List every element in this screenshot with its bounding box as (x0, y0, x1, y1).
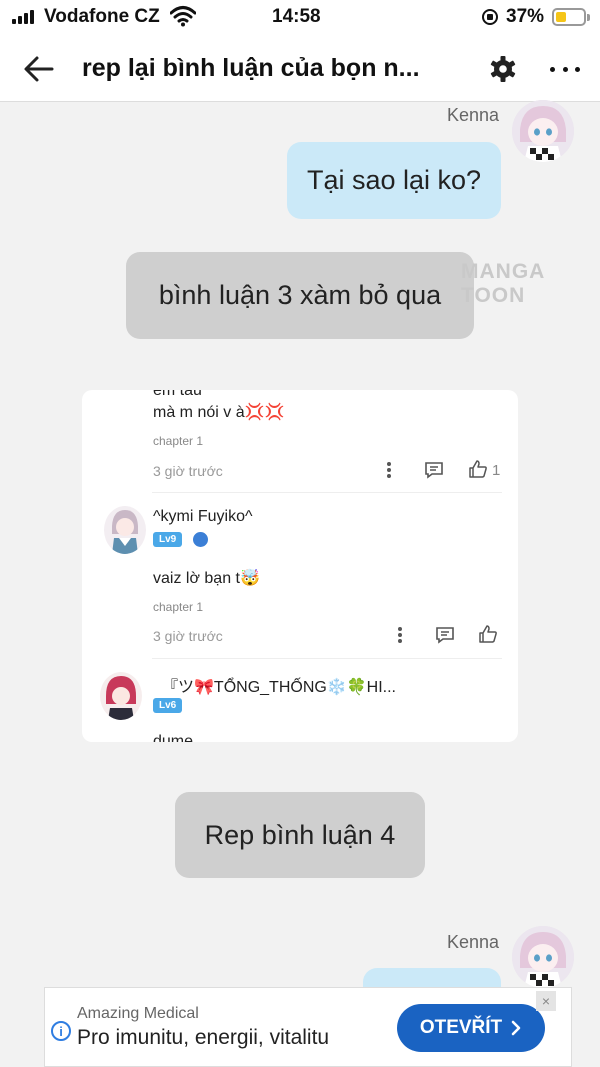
cellular-signal-icon (12, 10, 34, 24)
more-vertical-icon (398, 627, 402, 643)
ad-banner[interactable]: i Amazing Medical Pro imunitu, energii, … (44, 987, 572, 1067)
outgoing-message-bubble[interactable]: Tại sao lại ko? (287, 142, 501, 219)
comment-divider (152, 492, 502, 493)
comment-text: mà m nói v à💢💢 (153, 404, 285, 421)
ad-open-label: OTEVŘÍT (419, 1017, 503, 1038)
gray-message-bubble[interactable]: bình luận 3 xàm bỏ qua (126, 252, 474, 339)
comment-time: 3 giờ trước (153, 628, 223, 644)
more-vertical-icon (387, 462, 391, 478)
thumbs-up-icon (469, 460, 487, 478)
reply-comment-icon (436, 627, 454, 644)
avatar[interactable] (512, 100, 574, 162)
ad-headline: Pro imunitu, energii, vitalitu (77, 1026, 330, 1049)
ad-close-icon[interactable]: × (536, 991, 556, 1011)
comment-chapter: chapter 1 (153, 600, 204, 614)
commenter-username: ^kymi Fuyiko^ (153, 508, 253, 525)
comment-text-cut: em tau (153, 390, 202, 399)
shield-badge-icon (193, 532, 208, 547)
battery-icon (552, 8, 590, 26)
anime-avatar-image (512, 926, 574, 988)
chevron-right-icon (511, 1020, 521, 1036)
top-navigation-bar: rep lại bình luận của bọn n... (0, 36, 600, 102)
carrier-name: Vodafone CZ (44, 6, 160, 27)
message-text: bình luận 3 xàm bỏ qua (158, 280, 442, 310)
commenter-username: 『ツ🎀TỔNG_THỐNG❄️🍀HI... (162, 679, 396, 696)
commenter-avatar (104, 506, 146, 554)
thumbs-up-icon (479, 625, 497, 643)
anime-avatar-image (512, 100, 574, 162)
sender-name: Kenna (447, 932, 500, 952)
mangatoon-watermark: MANGA TOON (461, 260, 545, 307)
comment-time: 3 giờ trước (153, 463, 223, 479)
comment-chapter: chapter 1 (153, 434, 204, 448)
wifi-icon (170, 6, 196, 27)
gear-icon[interactable] (488, 54, 518, 84)
status-time: 14:58 (272, 6, 321, 27)
orientation-lock-icon (482, 9, 498, 25)
message-text: Rep bình luận 4 (204, 819, 396, 850)
comment-divider (152, 658, 502, 659)
reply-comment-icon (425, 462, 443, 479)
status-bar: Vodafone CZ 14:58 37% (0, 0, 600, 36)
like-count: 1 (492, 462, 501, 479)
back-button[interactable] (22, 52, 56, 86)
comment-text: vaiz lờ bạn t🤯 (153, 570, 260, 587)
message-text: Tại sao lại ko? (306, 165, 482, 195)
more-options-icon[interactable] (550, 54, 580, 84)
ad-info-icon[interactable]: i (51, 1021, 71, 1041)
avatar[interactable] (512, 926, 574, 988)
conversation-title: rep lại bình luận của bọn n... (82, 54, 420, 82)
ad-advertiser: Amazing Medical (77, 1005, 199, 1022)
comment-text-cut: dume (153, 733, 194, 742)
sender-name: Kenna (447, 105, 500, 125)
battery-level (556, 12, 566, 22)
level-badge: Lv9 (153, 532, 183, 547)
level-badge: Lv6 (153, 698, 183, 713)
comment-screenshot-image[interactable]: em tau mà m nói v à💢💢 chapter 1 3 giờ tr… (82, 390, 518, 742)
gray-message-bubble[interactable]: Rep bình luận 4 (175, 792, 425, 878)
ad-open-button[interactable]: OTEVŘÍT (397, 1004, 545, 1052)
battery-percent: 37% (506, 6, 545, 27)
commenter-avatar (100, 672, 142, 720)
